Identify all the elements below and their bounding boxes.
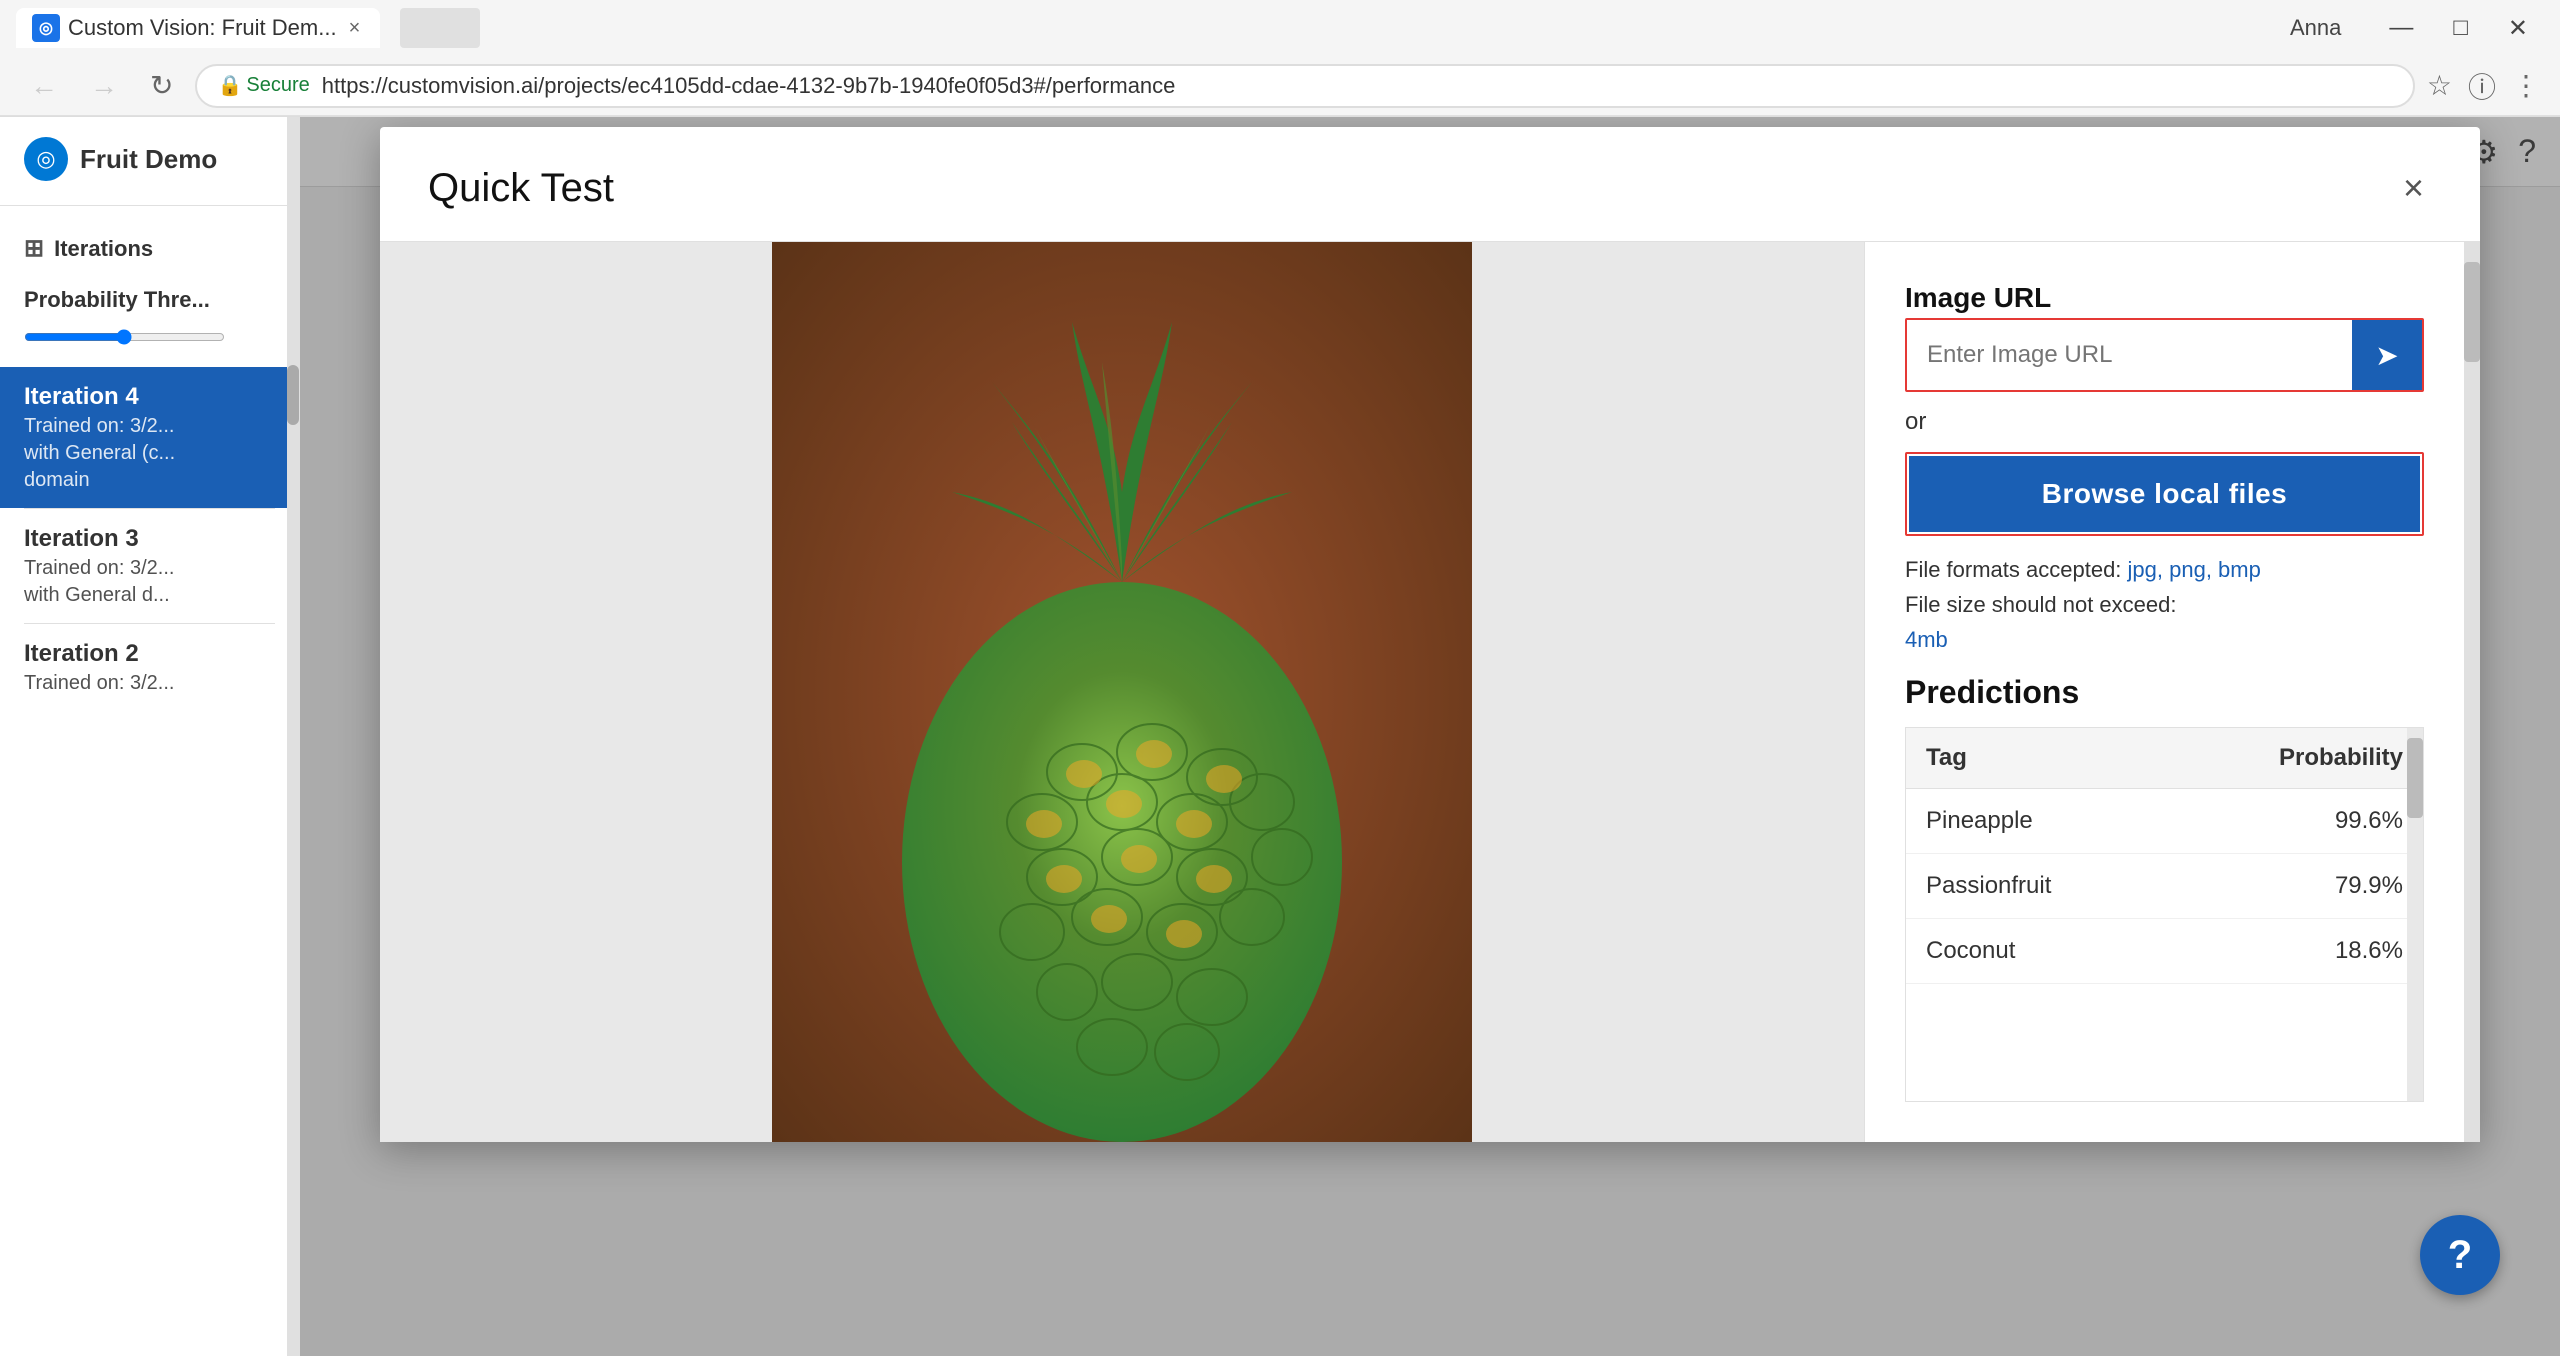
browser-titlebar: ◎ Custom Vision: Fruit Dem... × Anna — □… bbox=[0, 0, 2560, 56]
toolbar-icons: ☆ ⓘ ⋮ bbox=[2427, 66, 2540, 106]
pineapple-svg bbox=[772, 242, 1472, 1142]
back-button[interactable]: ← bbox=[20, 64, 68, 108]
quick-test-modal: Quick Test × bbox=[380, 127, 2480, 1142]
image-url-label: Image URL bbox=[1905, 282, 2424, 314]
help-button[interactable]: ? bbox=[2420, 1215, 2500, 1295]
modal-title: Quick Test bbox=[428, 166, 614, 211]
pred-tag-pineapple: Pineapple bbox=[1926, 807, 2243, 835]
file-size-text: File size should not exceed: bbox=[1905, 592, 2177, 617]
tab-favicon: ◎ bbox=[32, 14, 60, 42]
sidebar: ◎ Fruit Demo ⊞ Iterations Probability Th… bbox=[0, 117, 300, 1356]
sidebar-item-iteration2[interactable]: Iteration 2 Trained on: 3/2... bbox=[0, 624, 299, 711]
pred-prob-coconut: 18.6% bbox=[2243, 937, 2403, 965]
iteration4-detail2: with General (c... bbox=[24, 442, 275, 465]
address-bar[interactable]: 🔒 Secure https://customvision.ai/project… bbox=[195, 64, 2414, 108]
window-controls: Anna — □ ✕ bbox=[2274, 6, 2544, 51]
iteration2-name: Iteration 2 bbox=[24, 640, 275, 668]
iteration3-detail1: Trained on: 3/2... bbox=[24, 557, 275, 580]
iteration3-detail2: with General d... bbox=[24, 584, 275, 607]
browser-toolbar: ← → ↻ 🔒 Secure https://customvision.ai/p… bbox=[0, 56, 2560, 116]
image-panel bbox=[380, 242, 1864, 1142]
lock-icon: 🔒 bbox=[217, 73, 242, 98]
iteration3-name: Iteration 3 bbox=[24, 525, 275, 553]
browser-chrome: ◎ Custom Vision: Fruit Dem... × Anna — □… bbox=[0, 0, 2560, 117]
prediction-row-coconut: Coconut 18.6% bbox=[1906, 919, 2423, 984]
browser-tab[interactable]: ◎ Custom Vision: Fruit Dem... × bbox=[16, 8, 380, 48]
pineapple-preview bbox=[772, 242, 1472, 1142]
main-content: ⚙ ? Quick Test × bbox=[300, 117, 2560, 1356]
forward-button[interactable]: → bbox=[80, 64, 128, 108]
app-container: ◎ Fruit Demo ⊞ Iterations Probability Th… bbox=[0, 117, 2560, 1356]
iteration2-detail1: Trained on: 3/2... bbox=[24, 672, 275, 695]
browse-btn-container: Browse local files bbox=[1905, 452, 2424, 536]
layers-icon: ⊞ bbox=[24, 234, 44, 263]
iterations-section-label: ⊞ Iterations bbox=[0, 226, 299, 271]
sidebar-item-iteration4[interactable]: Iteration 4 Trained on: 3/2... with Gene… bbox=[0, 367, 299, 508]
tab-close-button[interactable]: × bbox=[345, 13, 365, 44]
probability-column-header: Probability bbox=[2243, 744, 2403, 772]
iteration4-name: Iteration 4 bbox=[24, 383, 275, 411]
prediction-row-pineapple: Pineapple 99.6% bbox=[1906, 789, 2423, 854]
user-name: Anna bbox=[2274, 7, 2357, 49]
close-window-button[interactable]: ✕ bbox=[2492, 6, 2544, 51]
browse-local-files-button[interactable]: Browse local files bbox=[1909, 456, 2420, 532]
eye-icon: ◎ bbox=[36, 146, 55, 172]
predictions-title: Predictions bbox=[1905, 674, 2424, 711]
pred-tag-passionfruit: Passionfruit bbox=[1926, 872, 2243, 900]
maximize-button[interactable]: □ bbox=[2437, 6, 2484, 50]
iteration4-detail1: Trained on: 3/2... bbox=[24, 415, 275, 438]
sidebar-scrollbar[interactable] bbox=[287, 117, 299, 1356]
sidebar-scrollbar-thumb bbox=[287, 365, 299, 425]
iteration4-detail3: domain bbox=[24, 469, 275, 492]
help-icon: ? bbox=[2448, 1233, 2472, 1278]
cv-logo-icon: ◎ bbox=[39, 18, 53, 38]
modal-header: Quick Test × bbox=[380, 127, 2480, 242]
arrow-right-icon: ➤ bbox=[2375, 339, 2398, 372]
url-text[interactable]: https://customvision.ai/projects/ec4105d… bbox=[322, 73, 2393, 99]
pred-tag-coconut: Coconut bbox=[1926, 937, 2243, 965]
iterations-label: Iterations bbox=[54, 236, 153, 262]
secure-label: Secure bbox=[246, 74, 309, 97]
image-url-input[interactable] bbox=[1907, 325, 2352, 385]
new-tab-area bbox=[400, 8, 480, 48]
modal-scrollbar-thumb bbox=[2464, 262, 2480, 362]
file-info: File formats accepted: jpg, png, bmp Fil… bbox=[1905, 552, 2424, 658]
reload-button[interactable]: ↻ bbox=[140, 63, 183, 108]
probability-threshold-section: Probability Thre... bbox=[0, 271, 299, 367]
predictions-table: Tag Probability Pineapple 99.6% Passionf… bbox=[1905, 727, 2424, 1102]
tag-column-header: Tag bbox=[1926, 744, 2243, 772]
modal-body: Image URL ➤ or Browse bbox=[380, 242, 2480, 1142]
prediction-row-passionfruit: Passionfruit 79.9% bbox=[1906, 854, 2423, 919]
predictions-table-header: Tag Probability bbox=[1906, 728, 2423, 789]
predictions-scrollbar[interactable] bbox=[2407, 728, 2423, 1101]
menu-icon[interactable]: ⋮ bbox=[2512, 69, 2540, 102]
bookmark-icon[interactable]: ☆ bbox=[2427, 69, 2452, 102]
pred-prob-pineapple: 99.6% bbox=[2243, 807, 2403, 835]
url-input-container: ➤ bbox=[1905, 318, 2424, 392]
pred-prob-passionfruit: 79.9% bbox=[2243, 872, 2403, 900]
predictions-section: Predictions Tag Probability Pineapple 99… bbox=[1905, 674, 2424, 1102]
probability-threshold-slider[interactable] bbox=[24, 329, 225, 345]
app-logo-text: Fruit Demo bbox=[80, 144, 217, 175]
right-panel: Image URL ➤ or Browse bbox=[1864, 242, 2464, 1142]
sidebar-item-iteration3[interactable]: Iteration 3 Trained on: 3/2... with Gene… bbox=[0, 509, 299, 623]
file-formats-text: File formats accepted: bbox=[1905, 557, 2128, 582]
secure-badge: 🔒 Secure bbox=[217, 73, 309, 98]
modal-vertical-scrollbar[interactable] bbox=[2464, 242, 2480, 1142]
probability-threshold-label: Probability Thre... bbox=[24, 287, 275, 313]
file-formats-links: jpg, png, bmp bbox=[2128, 557, 2261, 582]
app-logo-icon: ◎ bbox=[24, 137, 68, 181]
info-icon[interactable]: ⓘ bbox=[2468, 66, 2496, 106]
sidebar-logo: ◎ Fruit Demo bbox=[0, 137, 299, 206]
predictions-scrollbar-thumb bbox=[2407, 738, 2423, 818]
modal-close-button[interactable]: × bbox=[2395, 159, 2432, 217]
url-go-button[interactable]: ➤ bbox=[2352, 320, 2422, 390]
minimize-button[interactable]: — bbox=[2373, 6, 2429, 50]
image-url-section: Image URL ➤ bbox=[1905, 282, 2424, 392]
tab-title: Custom Vision: Fruit Dem... bbox=[68, 15, 337, 41]
modal-overlay: Quick Test × bbox=[300, 117, 2560, 1356]
or-divider: or bbox=[1905, 408, 2424, 436]
file-size-limit: 4mb bbox=[1905, 627, 1948, 652]
